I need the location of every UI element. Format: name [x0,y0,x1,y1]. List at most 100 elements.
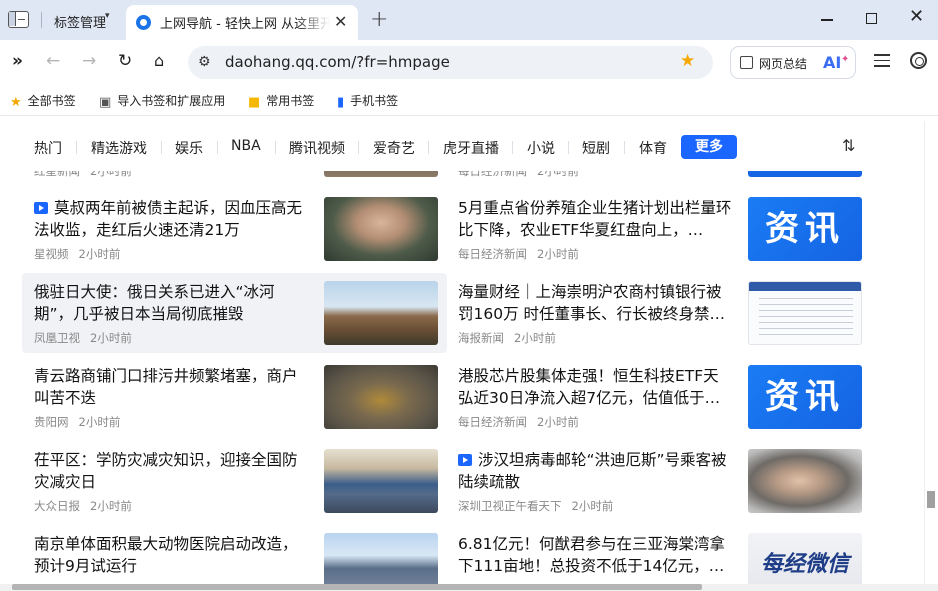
news-thumbnail [748,281,862,345]
bookmark-all[interactable]: ★ 全部书签 [10,92,76,110]
close-window-icon[interactable]: ✕ [909,6,924,27]
news-title[interactable]: 青云路商铺门口排污井频繁堵塞，商户叫苦不迭 [34,365,308,409]
site-settings-icon[interactable]: ⚙ [198,54,211,70]
bookmark-import[interactable]: ▣ 导入书签和扩展应用 [99,92,225,110]
tab-iqiyi[interactable]: 爱奇艺 [373,138,415,158]
horizontal-scroll-thumb[interactable] [12,584,702,590]
news-meta: 深圳卫视正午看天下 2小时前 [458,499,614,513]
ai-button[interactable]: AI [823,53,841,72]
bookmark-icon: ■ [248,95,261,110]
bookmark-label: 全部书签 [27,94,76,108]
vertical-scrollbar[interactable] [924,121,938,584]
sort-icon[interactable]: ⇅ [842,136,855,155]
news-meta: 凤凰卫视 2小时前 [34,331,132,345]
summary-icon [740,56,753,69]
close-tab-icon[interactable]: ✕ [334,12,347,31]
star-icon[interactable]: ★ [680,51,695,71]
sidebar-expand-icon[interactable]: » [12,51,23,71]
bookmark-label: 手机书签 [350,94,399,108]
news-item[interactable]: 海量财经｜上海崇明沪农商村镇银行被罚160万 时任董事长、行长被终身禁… 海报新… [446,281,866,351]
news-title[interactable]: 海量财经｜上海崇明沪农商村镇银行被罚160万 时任董事长、行长被终身禁… [458,281,732,325]
tab-nba[interactable]: NBA [231,138,261,154]
active-tab[interactable]: 上网导航 - 轻快上网 从这里开始 ✕ [126,5,358,40]
news-title[interactable]: 俄驻日大使：俄日关系已进入“冰河期”，几乎被日本当局彻底摧毁 [34,281,308,325]
browser-logo-icon[interactable] [910,52,927,69]
divider [76,141,77,154]
bookmark-label: 导入书签和扩展应用 [117,94,226,108]
url-text[interactable]: daohang.qq.com/?fr=hmpage [225,53,450,71]
news-thumbnail [324,449,438,513]
news-title[interactable]: 5月重点省份养殖企业生猪计划出栏量环比下降，农业ETF华夏红盘向上，… [458,197,732,241]
tab-games[interactable]: 精选游戏 [91,138,147,158]
tab-short-drama[interactable]: 短剧 [582,138,610,158]
news-meta: 每日经济新闻 2小时前 [458,247,579,261]
divider [624,141,625,154]
category-bar: 热门 精选游戏 娱乐 NBA 腾讯视频 爱奇艺 虎牙直播 小说 短剧 体育 更多… [0,121,886,171]
news-title[interactable]: 茌平区：学防灾减灾知识，迎接全国防灾减灾日 [34,449,308,493]
bookmark-manager-button[interactable]: 标签管理 [54,12,106,31]
news-item[interactable]: 莫叔两年前被债主起诉，因血压高无法收监，走红后火速还清21万 星视频 2小时前 [22,197,447,267]
news-thumbnail [324,197,438,261]
bookmark-mobile[interactable]: ▮ 手机书签 [337,92,398,110]
divider [358,141,359,154]
bookmark-bar: ★ 全部书签 ▣ 导入书签和扩展应用 ■ 常用书签 ▮ 手机书签 [0,84,938,116]
tab-novel[interactable]: 小说 [527,138,555,158]
news-thumbnail: 资讯 [748,197,862,261]
bookmark-common[interactable]: ■ 常用书签 [248,92,314,110]
star-icon: ★ [10,95,22,110]
document-header [749,282,861,291]
news-item[interactable]: 青云路商铺门口排污井频繁堵塞，商户叫苦不迭 贵阳网 2小时前 [22,365,447,435]
tab-tencent-video[interactable]: 腾讯视频 [289,138,345,158]
news-meta: 每日经济新闻 2小时前 [458,415,579,429]
vertical-scroll-thumb[interactable] [927,491,935,508]
plus-icon[interactable]: + [370,7,388,32]
news-meta: 海报新闻 2小时前 [458,331,556,345]
tab-entertainment[interactable]: 娱乐 [175,138,203,158]
news-title[interactable]: 涉汉坦病毒邮轮“洪迪厄斯”号乘客被陆续疏散 [458,449,732,493]
sidebar-toggle-icon[interactable] [8,11,29,28]
page-summary-button[interactable]: 网页总结 AI ✦ [730,46,856,79]
address-bar[interactable]: ⚙ daohang.qq.com/?fr=hmpage ★ [188,46,713,79]
summary-label: 网页总结 [759,57,808,71]
news-meta: 星视频 2小时前 [34,247,121,261]
news-thumbnail [324,365,438,429]
news-title[interactable]: 南京单体面积最大动物医院启动改造，预计9月试运行 [34,533,308,577]
caret-down-icon[interactable]: ▾ [105,11,110,21]
home-icon[interactable]: ⌂ [154,51,164,70]
news-item[interactable]: 6.81亿元！何猷君参与在三亚海棠湾拿下111亩地！总投资不低于14亿元，… 每… [446,533,866,584]
news-item[interactable]: 茌平区：学防灾减灾知识，迎接全国防灾减灾日 大众日报 2小时前 [22,449,447,519]
reload-icon[interactable]: ↻ [118,51,132,71]
news-item[interactable]: 涉汉坦病毒邮轮“洪迪厄斯”号乘客被陆续疏散 深圳卫视正午看天下 2小时前 [446,449,866,519]
news-thumbnail [324,533,438,584]
news-thumbnail [324,281,438,345]
tab-bar: 标签管理 ▾ 上网导航 - 轻快上网 从这里开始 ✕ + ✕ [0,0,938,40]
maximize-icon[interactable] [866,13,877,24]
more-button[interactable]: 更多 [681,135,737,159]
menu-icon[interactable] [874,54,890,68]
news-meta: 贵阳网 2小时前 [34,415,121,429]
news-item[interactable]: 港股芯片股集体走强！恒生科技ETF天弘近30日净流入超7亿元，估值低于… 每日经… [446,365,866,435]
news-item[interactable]: 南京单体面积最大动物医院启动改造，预计9月试运行 [22,533,447,584]
news-thumbnail [748,449,862,513]
news-title[interactable]: 港股芯片股集体走强！恒生科技ETF天弘近30日净流入超7亿元，估值低于… [458,365,732,409]
divider [161,141,162,154]
back-icon[interactable]: ← [46,51,60,71]
news-item[interactable]: 俄驻日大使：俄日关系已进入“冰河期”，几乎被日本当局彻底摧毁 凤凰卫视 2小时前 [22,281,447,351]
tab-sports[interactable]: 体育 [639,138,667,158]
video-icon [458,454,472,466]
tab-huya[interactable]: 虎牙直播 [443,138,499,158]
divider [217,141,218,154]
minimize-icon[interactable] [821,19,833,21]
news-title[interactable]: 莫叔两年前被债主起诉，因血压高无法收监，走红后火速还清21万 [34,197,308,241]
page-content: 红星新闻 2小时前 每日经济新闻 2小时前 热门 精选游戏 娱乐 NBA 腾讯视频 … [0,121,886,584]
sparkle-icon: ✦ [841,54,850,65]
divider [512,141,513,154]
news-title[interactable]: 6.81亿元！何猷君参与在三亚海棠湾拿下111亩地！总投资不低于14亿元，… [458,533,732,577]
tab-hot[interactable]: 热门 [34,138,62,158]
qq-browser-favicon [136,15,151,30]
phone-icon: ▮ [337,95,345,110]
divider [41,12,42,28]
news-item[interactable]: 5月重点省份养殖企业生猪计划出栏量环比下降，农业ETF华夏红盘向上，… 每日经济… [446,197,866,267]
forward-icon[interactable]: → [82,51,96,71]
video-icon [34,202,48,214]
